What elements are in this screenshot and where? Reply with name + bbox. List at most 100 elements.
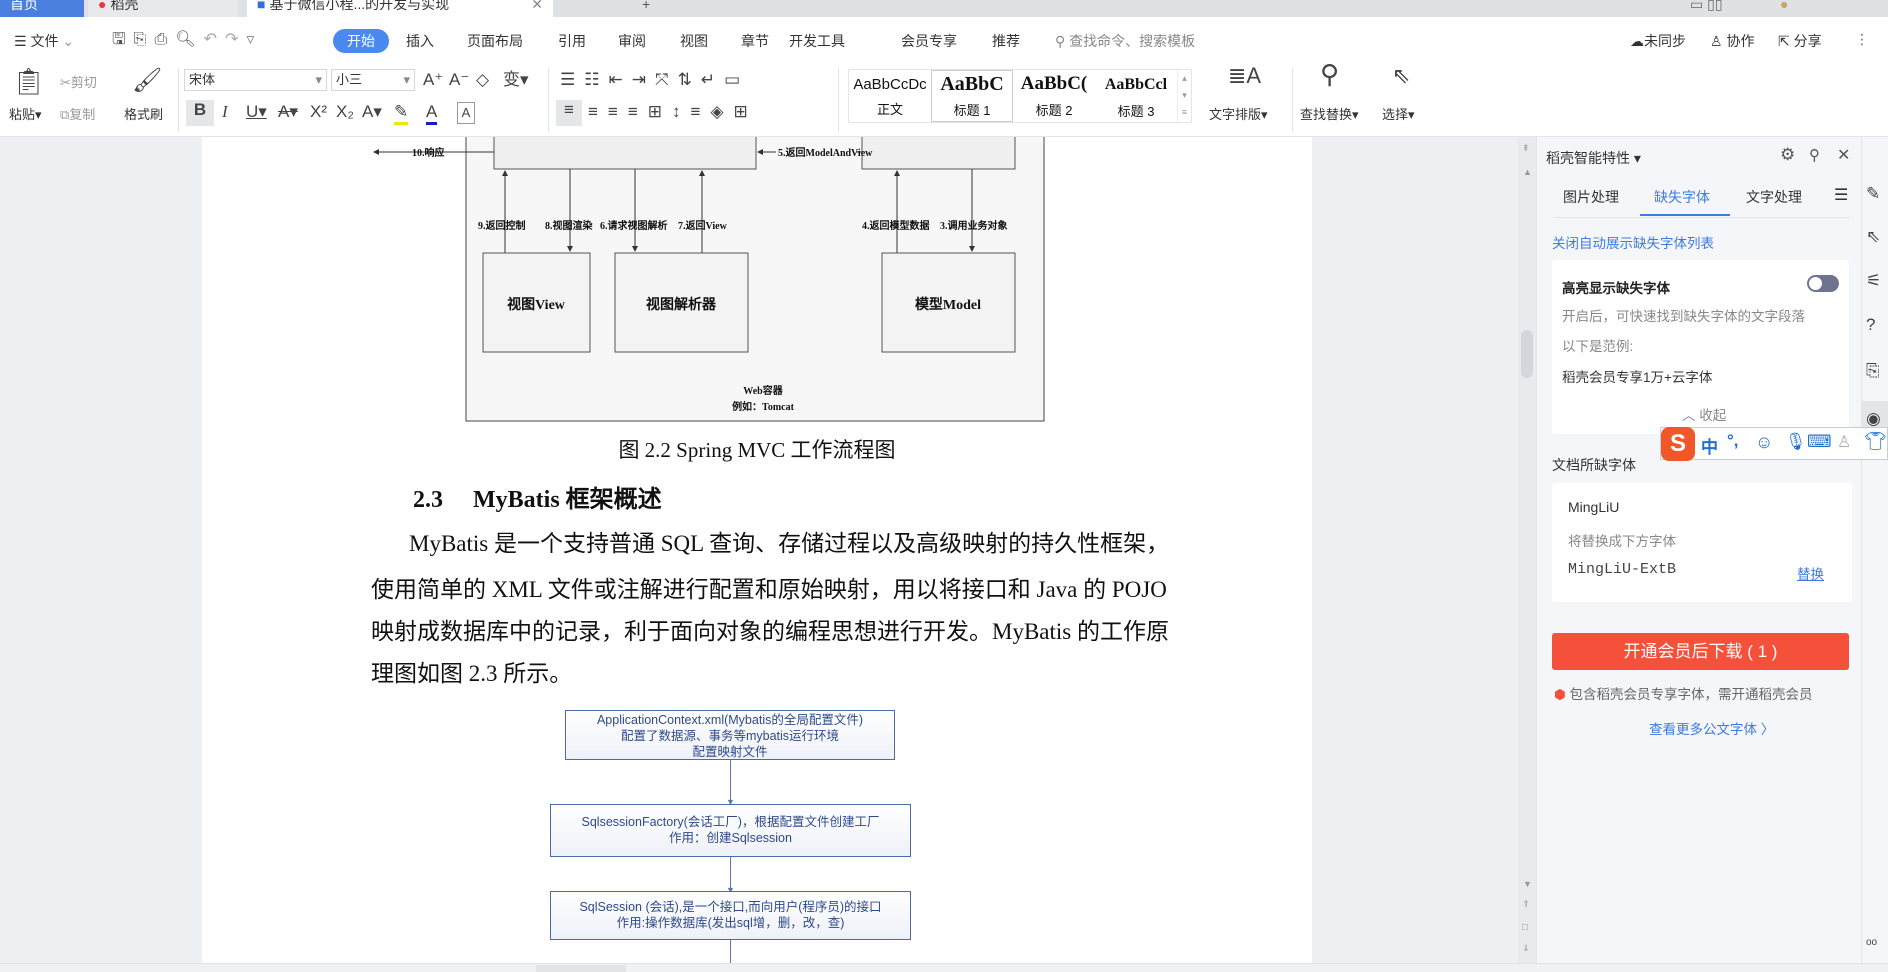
tab-docer[interactable]: ● 稻壳 xyxy=(88,0,238,17)
grow-font-icon[interactable]: A⁺ xyxy=(423,70,443,90)
tab-page-layout[interactable]: 页面布局 xyxy=(467,31,523,51)
skin-icon[interactable]: 👕︎ xyxy=(1864,431,1887,452)
font-color-icon[interactable]: A xyxy=(426,102,438,125)
collapse-button[interactable]: ︿ 收起 xyxy=(1682,404,1726,424)
file-menu[interactable]: ☰ 文件 ⌄ xyxy=(14,31,74,51)
gear-icon[interactable]: ⚙ xyxy=(1780,145,1795,165)
shrink-font-icon[interactable]: A⁻ xyxy=(449,70,469,90)
microphone-icon[interactable]: 🎙︎ xyxy=(1785,432,1807,452)
new-tab-button[interactable]: + xyxy=(632,0,650,17)
align-left-button[interactable]: ≡ xyxy=(556,100,582,126)
style-normal[interactable]: AaBbCcDc 正文 xyxy=(849,70,931,122)
paragraph-row2-icons[interactable]: ≡≡≡⊞↕≡◈⊞ xyxy=(588,102,758,122)
find-replace-button[interactable]: 查找替换▾ xyxy=(1300,104,1359,123)
highlight-toggle[interactable] xyxy=(1807,275,1839,292)
properties-icon[interactable]: ⚟ xyxy=(1866,271,1881,291)
tab-developer[interactable]: 开发工具 xyxy=(789,31,845,51)
user-icon[interactable]: ♙ xyxy=(1837,432,1851,452)
horizontal-scrollbar[interactable] xyxy=(0,963,1888,972)
tab-view[interactable]: 视图 xyxy=(680,31,708,51)
close-icon[interactable]: ✕ xyxy=(1837,145,1850,165)
font-size-select[interactable]: 小三 ▾ xyxy=(331,69,415,91)
help-icon[interactable]: ? xyxy=(1866,315,1875,335)
text-effect-button[interactable]: A▾ xyxy=(362,102,382,122)
bold-button[interactable]: B xyxy=(186,100,214,126)
scroll-up-icon[interactable]: ▲ xyxy=(1523,167,1532,177)
quick-access-icons[interactable]: 🖫⎘⎙🔍︎↶↷▿ xyxy=(112,28,262,55)
tab-recommend[interactable]: 推荐 xyxy=(992,31,1020,51)
cut-button[interactable]: ✂剪切 xyxy=(60,72,97,91)
close-auto-show-link[interactable]: 关闭自动展示缺失字体列表 xyxy=(1552,232,1714,252)
select-browse-icon[interactable]: □ xyxy=(1522,922,1528,933)
tab-document[interactable]: ■ 基于微信小程...的开发与实现 ✕ xyxy=(247,0,553,17)
avatar[interactable]: ● xyxy=(1770,0,1788,17)
command-search[interactable]: ⚲ 查找命令、搜索模板 xyxy=(1055,31,1195,51)
style-heading-2[interactable]: AaBbC(标题 2 xyxy=(1013,70,1095,122)
tab-member[interactable]: 会员专享 xyxy=(901,31,957,51)
pinyin-icon[interactable]: 变▾ xyxy=(503,70,529,90)
scroll-down-icon[interactable]: ▼ xyxy=(1523,879,1532,889)
next-page-icon[interactable]: ⇓ xyxy=(1522,943,1530,954)
ime-punct[interactable]: °, xyxy=(1727,431,1739,451)
ime-toolbar[interactable]: S 中 °, ☺ 🎙︎ ⌨ ♙ 👕︎ xyxy=(1660,427,1888,461)
prev-page-icon[interactable]: ⇑ xyxy=(1522,899,1530,910)
more-icon[interactable]: ⋮ xyxy=(1855,31,1869,48)
tab-chapter[interactable]: 章节 xyxy=(741,31,769,51)
backup-icon[interactable]: ⎘ xyxy=(1866,361,1880,381)
char-border-icon[interactable]: A xyxy=(457,102,475,124)
tab-start[interactable]: 开始 xyxy=(333,29,389,53)
panel-tab-image[interactable]: 图片处理 xyxy=(1563,187,1619,207)
more-fonts-link[interactable]: 查看更多公文字体 〉 xyxy=(1649,718,1774,738)
style-heading-3[interactable]: AaBbCcl 标题 3 xyxy=(1095,70,1177,122)
panel-tab-text[interactable]: 文字处理 xyxy=(1746,187,1802,207)
ime-mode[interactable]: 中 xyxy=(1701,433,1718,458)
replace-link[interactable]: 替换 xyxy=(1797,563,1824,583)
brush-icon[interactable]: 🖌︎ xyxy=(132,66,162,96)
styles-scroll[interactable]: ▴ ▾ ≡ xyxy=(1177,70,1191,122)
collab-button[interactable]: ♙ 协作 xyxy=(1710,31,1754,51)
select-button[interactable]: 选择▾ xyxy=(1382,104,1415,123)
tab-insert[interactable]: 插入 xyxy=(406,31,434,51)
emoji-icon[interactable]: ☺ xyxy=(1755,432,1773,453)
subscript-button[interactable]: X₂ xyxy=(336,102,354,122)
paste-icon[interactable]: 📋︎ xyxy=(12,66,45,96)
panel-title[interactable]: 稻壳智能特性 ▾ xyxy=(1546,148,1641,168)
italic-button[interactable]: I xyxy=(222,102,228,122)
close-tab-icon[interactable]: ✕ xyxy=(531,0,543,17)
underline-button[interactable]: U▾ xyxy=(246,102,267,122)
tab-references[interactable]: 引用 xyxy=(558,31,586,51)
keyboard-icon[interactable]: ⌨ xyxy=(1807,432,1832,452)
font-family-select[interactable]: 宋体 ▾ xyxy=(184,69,327,91)
style-icon[interactable]: ✎ xyxy=(1866,184,1880,204)
paragraph-row1-icons[interactable]: ☰☷⇤⇥⤧⇅↵▭ xyxy=(560,70,749,90)
tab-review[interactable]: 审阅 xyxy=(618,31,646,51)
sync-status[interactable]: ☁未同步 xyxy=(1630,31,1686,51)
panel-tab-missing-font[interactable]: 缺失字体 xyxy=(1654,187,1710,207)
format-painter-button[interactable]: 格式刷 xyxy=(124,104,163,123)
layout-icon[interactable]: ▭ ▯▯ xyxy=(1680,0,1723,17)
paste-button[interactable]: 粘贴▾ xyxy=(9,104,42,123)
text-layout-icon[interactable]: ≣A xyxy=(1228,65,1261,87)
document-page[interactable]: 10.响应 5.返回ModelAndView 9.返回控制 8.视图渲染 6.请… xyxy=(202,137,1312,963)
pin-icon[interactable]: ⚲ xyxy=(1809,146,1820,164)
highlight-icon[interactable]: ✎ xyxy=(394,102,409,125)
magnifier-icon[interactable]: ⚲ xyxy=(1320,61,1339,87)
copy-button[interactable]: ⧉复制 xyxy=(60,104,95,123)
cursor-icon[interactable]: ⇖ xyxy=(1392,65,1410,87)
tab-home[interactable]: 首页 xyxy=(0,0,84,17)
style-heading-1[interactable]: AaBbC 标题 1 xyxy=(931,70,1013,122)
superscript-button[interactable]: X² xyxy=(310,102,327,122)
panel-menu-icon[interactable]: ☰ xyxy=(1834,185,1848,205)
more-dots-icon[interactable]: oo xyxy=(1866,933,1877,953)
download-fonts-button[interactable]: 开通会员后下载 ( 1 ) xyxy=(1552,633,1849,670)
smart-feature-icon[interactable]: ◉ xyxy=(1866,409,1881,429)
clear-format-icon[interactable]: ◇ xyxy=(476,70,489,90)
hscroll-thumb[interactable] xyxy=(536,965,626,972)
vertical-scrollbar[interactable]: ⇞ ▲ ▼ ⇑ □ ⇓ xyxy=(1518,137,1536,963)
select-icon[interactable]: ⇖ xyxy=(1866,227,1880,247)
sogou-logo-icon[interactable]: S xyxy=(1661,427,1695,461)
scroll-thumb[interactable] xyxy=(1521,330,1533,378)
text-layout-button[interactable]: 文字排版▾ xyxy=(1209,104,1268,123)
share-button[interactable]: ⇱ 分享 xyxy=(1778,31,1822,51)
scroll-top-icon[interactable]: ⇞ xyxy=(1522,143,1530,154)
